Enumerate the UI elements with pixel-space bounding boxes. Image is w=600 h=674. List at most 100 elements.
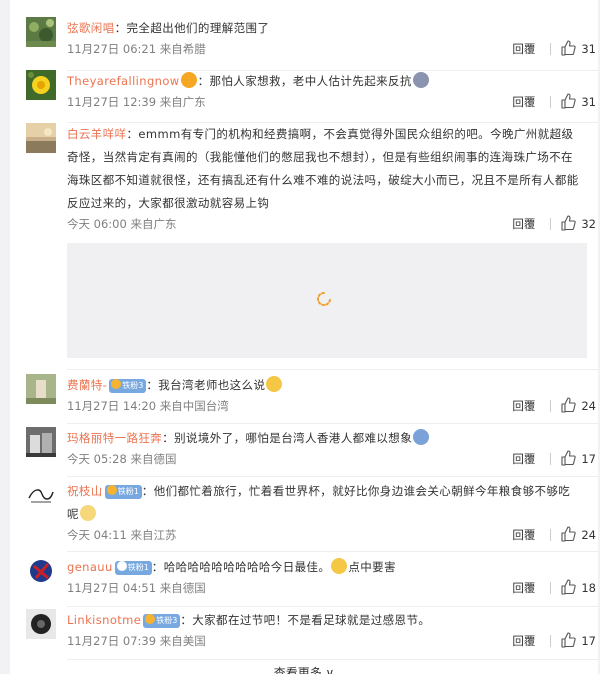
divider xyxy=(67,659,598,660)
timestamp: 11月27日 14:20 xyxy=(67,399,157,413)
location: 来自德国 xyxy=(159,581,206,595)
sweat-face-emoji-icon xyxy=(413,429,430,445)
comment-text: 玛格丽特一路狂奔：别说境外了，哪怕是台湾人香港人都难以想象 xyxy=(67,427,587,450)
like-icon[interactable] xyxy=(560,397,577,413)
like-count: 17 xyxy=(581,634,596,648)
timestamp: 今天 05:28 xyxy=(67,452,127,466)
fan-badge[interactable]: 铁粉1 xyxy=(114,561,152,575)
comment-actions: 回覆 31 xyxy=(512,40,596,58)
crown-icon xyxy=(145,614,156,624)
avatar[interactable] xyxy=(26,609,56,639)
location: 来自中国台湾 xyxy=(159,399,229,413)
divider xyxy=(550,96,552,108)
comment-actions: 回覆 24 xyxy=(512,526,596,544)
reply-button[interactable]: 回覆 xyxy=(512,632,535,650)
divider xyxy=(67,606,598,607)
like-icon[interactable] xyxy=(560,450,577,466)
comment-content: 别说境外了，哪怕是台湾人香港人都难以想象 xyxy=(174,431,413,445)
user-name[interactable]: 费蘭特- xyxy=(67,378,107,392)
comment-text: Theyarefallingnow ：那怕人家想救，老中人估计先起来反抗 xyxy=(67,70,587,93)
reply-button[interactable]: 回覆 xyxy=(512,450,535,468)
fan-badge[interactable]: 铁粉1 xyxy=(104,485,142,499)
like-icon[interactable] xyxy=(560,632,577,648)
user-name[interactable]: 玛格丽特一路狂奔 xyxy=(67,431,162,445)
comment-content: 反应过来的，大家都很激动就容易上钩 xyxy=(67,196,270,210)
location: 来自希腊 xyxy=(159,42,206,56)
timestamp: 今天 04:11 xyxy=(67,528,127,542)
comment-meta: 今天 04:11 来自江苏 xyxy=(67,526,587,544)
location: 来自美国 xyxy=(159,634,206,648)
comment-actions: 回覆 18 xyxy=(512,579,596,597)
divider xyxy=(550,453,552,465)
comment-actions: 回覆 31 xyxy=(512,93,596,111)
avatar[interactable] xyxy=(26,17,56,47)
comment-content: 奇怪，当然肯定有真闹的（我能懂他们的憋屈我也不想封），但是有些组织闹事的连海珠广… xyxy=(67,150,573,164)
loading-spinner-icon xyxy=(316,291,332,307)
avatar[interactable] xyxy=(26,480,56,510)
like-icon[interactable] xyxy=(560,40,577,56)
like-icon[interactable] xyxy=(560,526,577,542)
comment-meta: 11月27日 07:39 来自美国 xyxy=(67,632,587,650)
location: 来自广东 xyxy=(130,217,177,231)
crown-icon xyxy=(116,561,127,571)
user-name[interactable]: 祝枝山 xyxy=(67,484,103,498)
avatar[interactable] xyxy=(26,70,56,100)
divider xyxy=(550,529,552,541)
reply-button[interactable]: 回覆 xyxy=(512,215,535,233)
user-name[interactable]: 弦歌闲唱 xyxy=(67,21,115,35)
like-icon[interactable] xyxy=(560,93,577,109)
comment-content: 大家都在过节吧！不是看足球就是过感恩节。 xyxy=(192,613,431,627)
reply-button[interactable]: 回覆 xyxy=(512,93,535,111)
fan-badge[interactable]: 铁粉3 xyxy=(143,614,181,628)
user-name[interactable]: Linkisnotme xyxy=(67,613,141,627)
comment-text: 弦歌闲唱：完全超出他们的理解范围了 xyxy=(67,21,270,35)
comment-text: 祝枝山 铁粉1 ：他们都忙着旅行，忙着看世界杯，就好比你身边谁会关心朝鲜今年粮食够不… xyxy=(67,484,571,521)
comment-meta: 11月27日 04:51 来自德国 xyxy=(67,579,587,597)
reply-button[interactable]: 回覆 xyxy=(512,397,535,415)
avatar[interactable] xyxy=(26,123,56,153)
location: 来自江苏 xyxy=(130,528,177,542)
timestamp: 11月27日 04:51 xyxy=(67,581,157,595)
comment-meta: 11月27日 14:20 来自中国台湾 xyxy=(67,397,587,415)
comment-content: 那怕人家想救，老中人估计先起来反抗 xyxy=(209,74,412,88)
reply-button[interactable]: 回覆 xyxy=(512,40,535,58)
like-count: 31 xyxy=(581,42,596,56)
grin-emoji-icon xyxy=(79,505,96,521)
like-icon[interactable] xyxy=(560,215,577,231)
like-count: 31 xyxy=(581,95,596,109)
comment-list: 弦歌闲唱：完全超出他们的理解范围了 11月27日 06:21 来自希腊 回覆 31… xyxy=(10,0,598,674)
laughing-emoji-icon xyxy=(331,558,348,574)
user-name[interactable]: Theyarefallingnow xyxy=(67,74,180,88)
comment-actions: 回覆 17 xyxy=(512,450,596,468)
scared-face-emoji-icon xyxy=(412,72,429,88)
user-name[interactable]: genauu xyxy=(67,560,113,574)
like-count: 18 xyxy=(581,581,596,595)
comment-content: 他们都忙着旅行，忙着看世界杯，就好比你身边谁会关心朝鲜今年粮食够不够吃 xyxy=(153,484,571,498)
like-count: 24 xyxy=(581,399,596,413)
timestamp: 11月27日 06:21 xyxy=(67,42,157,56)
comment-meta: 今天 06:00 来自广东 xyxy=(67,215,587,233)
fan-badge[interactable]: 铁粉3 xyxy=(109,379,147,393)
reply-button[interactable]: 回覆 xyxy=(512,526,535,544)
comment-content: 哈哈哈哈哈哈哈哈哈今日最佳。 xyxy=(163,560,331,574)
avatar[interactable] xyxy=(26,374,56,404)
like-count: 17 xyxy=(581,452,596,466)
comment-meta: 11月27日 06:21 来自希腊 xyxy=(67,40,587,58)
badge-label: 铁粉1 xyxy=(127,563,149,572)
reply-button[interactable]: 回覆 xyxy=(512,579,535,597)
load-more-button[interactable]: 查看更多 ∨ xyxy=(10,664,598,674)
avatar[interactable] xyxy=(26,427,56,457)
divider xyxy=(550,43,552,55)
comment-meta: 今天 05:28 来自德国 xyxy=(67,450,587,468)
timestamp: 今天 06:00 xyxy=(67,217,127,231)
smile-emoji-icon xyxy=(266,376,283,392)
like-icon[interactable] xyxy=(560,579,577,595)
badge-label: 铁粉3 xyxy=(122,381,144,390)
divider xyxy=(67,551,598,552)
comment-content: 完全超出他们的理解范围了 xyxy=(126,21,270,35)
comment-content: 呢 xyxy=(67,507,79,521)
avatar[interactable] xyxy=(26,556,56,586)
comment-text: 白云羊咩咩：emmm有专门的机构和经费搞啊，不会真觉得外国民众组织的吧。今晚广州… xyxy=(67,127,579,210)
user-name[interactable]: 白云羊咩咩 xyxy=(67,127,127,141)
comment-content: emmm有专门的机构和经费搞啊，不会真觉得外国民众组织的吧。今晚广州就超级 xyxy=(138,127,574,141)
